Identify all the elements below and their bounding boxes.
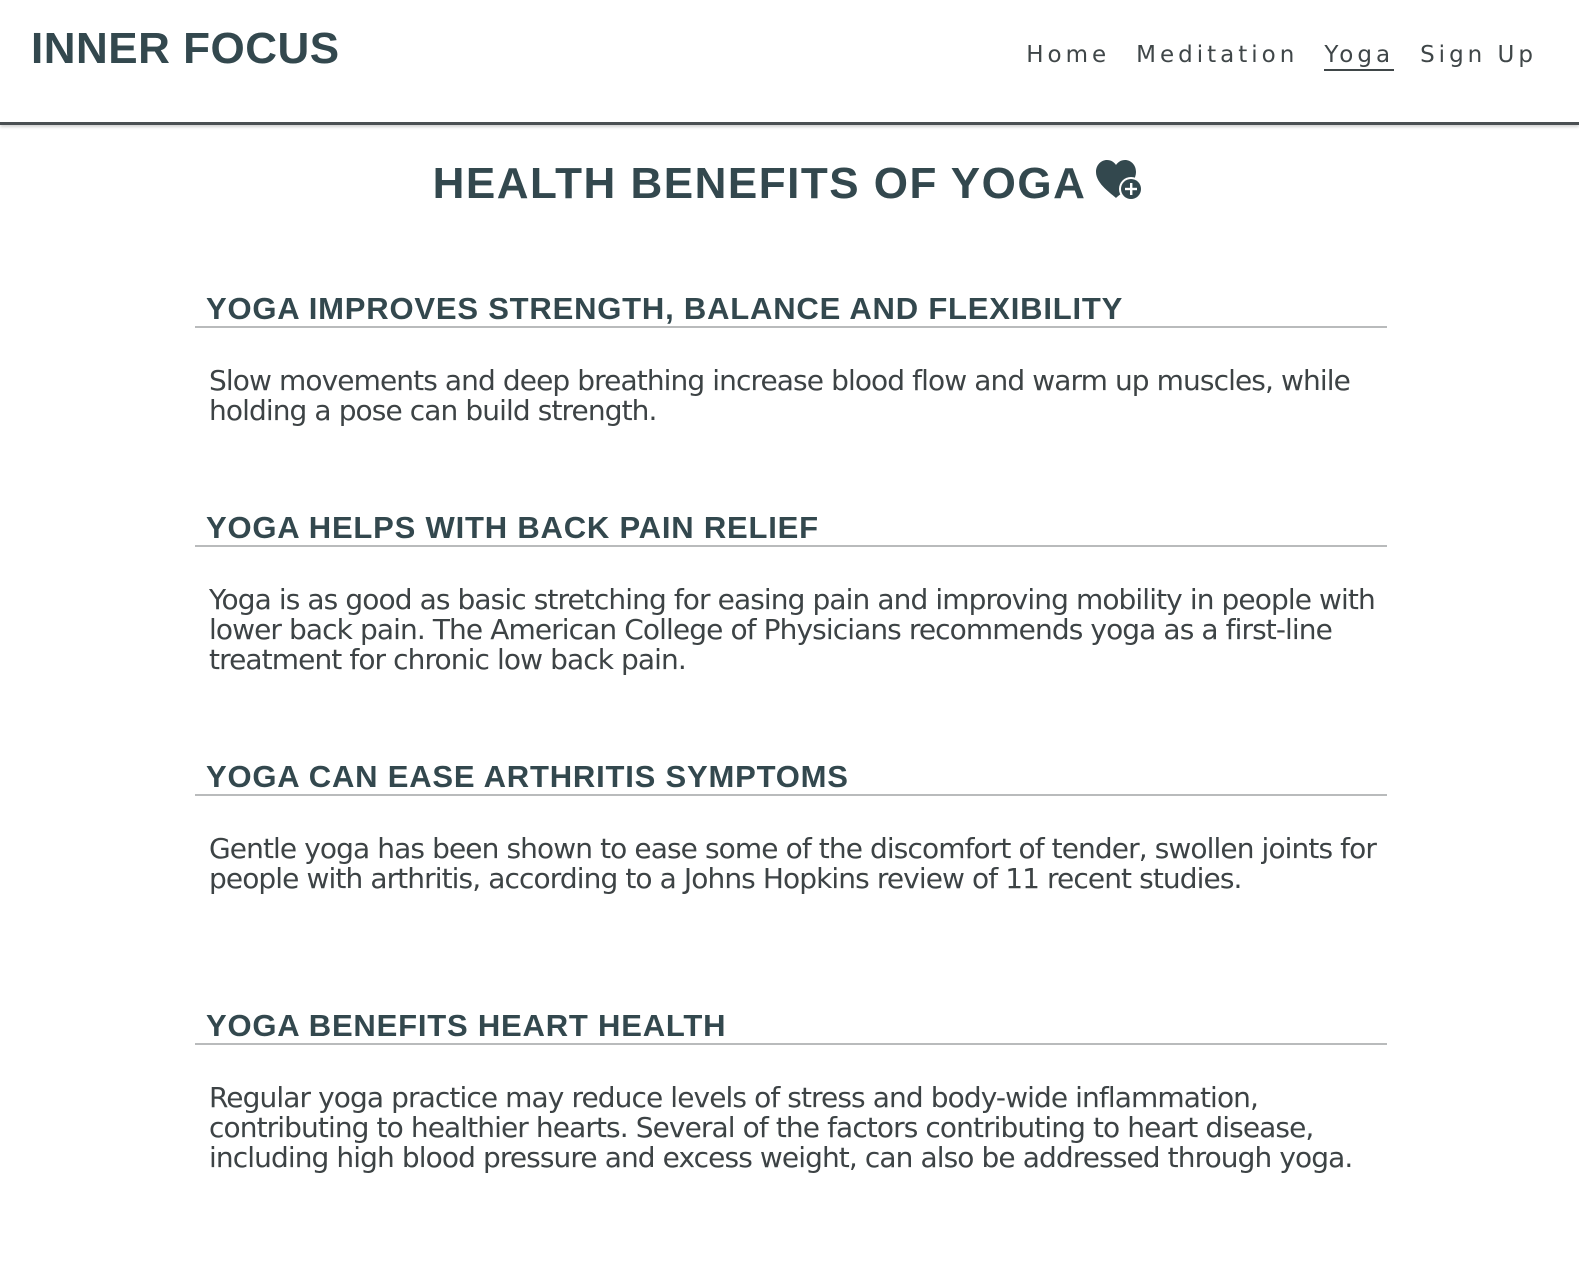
section-body: Gentle yoga has been shown to ease some … (209, 832, 1377, 895)
site-header: INNER FOCUS Home Meditation Yoga Sign Up (0, 0, 1579, 125)
benefit-section: YOGA CAN EASE ARTHRITIS SYMPTOMS Gentle … (195, 760, 1387, 894)
section-heading: YOGA HELPS WITH BACK PAIN RELIEF (195, 511, 1387, 547)
nav-yoga-link[interactable]: Yoga (1324, 42, 1395, 71)
benefit-section: YOGA HELPS WITH BACK PAIN RELIEF Yoga is… (195, 511, 1387, 675)
section-heading: YOGA CAN EASE ARTHRITIS SYMPTOMS (195, 760, 1387, 796)
brand-logo[interactable]: INNER FOCUS (31, 27, 340, 71)
section-body: Slow movements and deep breathing increa… (209, 364, 1351, 427)
benefit-section: YOGA BENEFITS HEART HEALTH Regular yoga … (195, 1009, 1387, 1173)
section-body: Regular yoga practice may reduce levels … (209, 1081, 1353, 1174)
page-title: HEALTH BENEFITS OF YOGA (0, 158, 1579, 209)
section-body: Yoga is as good as basic stretching for … (209, 583, 1376, 676)
page-title-text: HEALTH BENEFITS OF YOGA (432, 159, 1087, 208)
nav-signup-link[interactable]: Sign Up (1420, 42, 1537, 71)
main-nav: Home Meditation Yoga Sign Up (1026, 42, 1537, 71)
nav-meditation-link[interactable]: Meditation (1136, 42, 1298, 71)
section-heading: YOGA IMPROVES STRENGTH, BALANCE AND FLEX… (195, 292, 1387, 328)
heart-plus-icon (1094, 158, 1146, 204)
nav-home-link[interactable]: Home (1026, 42, 1110, 71)
section-heading: YOGA BENEFITS HEART HEALTH (195, 1009, 1387, 1045)
benefit-section: YOGA IMPROVES STRENGTH, BALANCE AND FLEX… (195, 292, 1387, 426)
